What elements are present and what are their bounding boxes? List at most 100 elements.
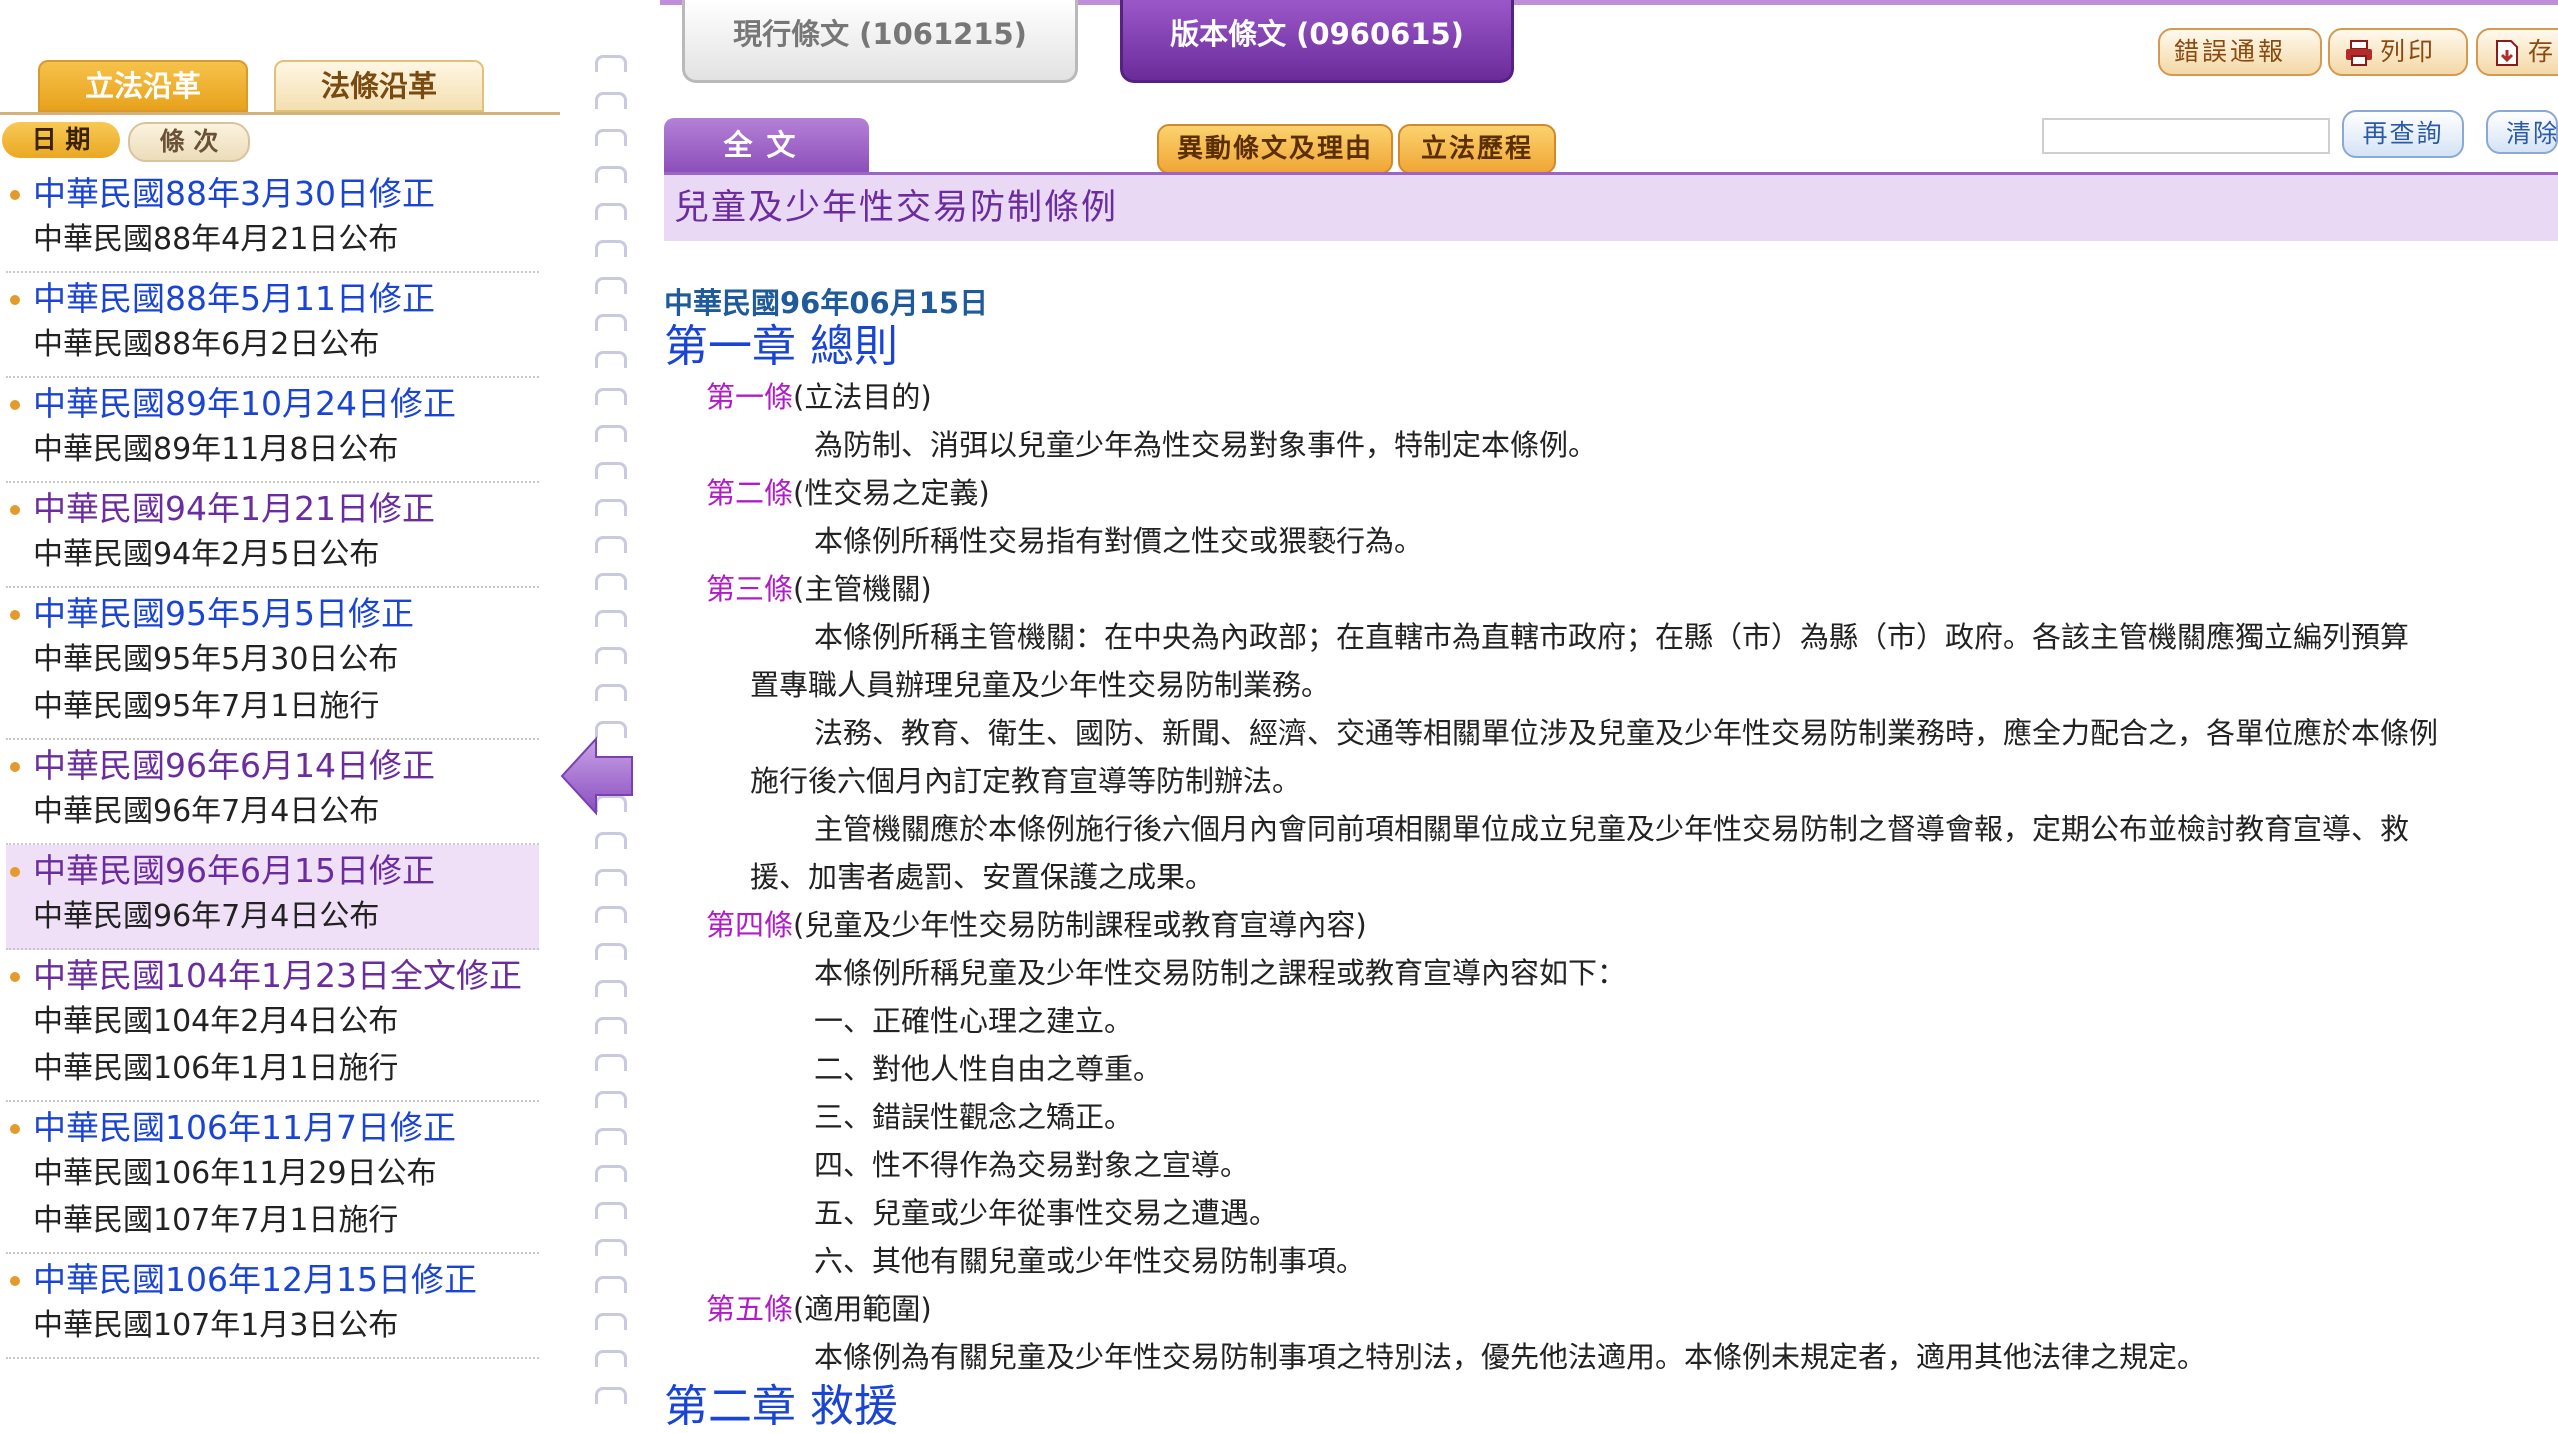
version-amend-link[interactable]: 中華民國106年11月7日修正: [33, 1106, 539, 1150]
sort-by-article-button[interactable]: 條 次: [128, 122, 250, 162]
spine-ring-icon: [595, 980, 627, 997]
article-heading: 第一條(立法目的): [706, 373, 2558, 421]
version-amend-link[interactable]: 中華民國96年6月15日修正: [33, 849, 539, 893]
version-date: 中華民國96年06月15日: [664, 286, 989, 320]
requery-button[interactable]: 再查詢: [2342, 110, 2464, 158]
spine-ring-icon: [595, 277, 627, 294]
bullet-dot-icon: [10, 1124, 20, 1134]
amended-articles-button[interactable]: 異動條文及理由: [1157, 124, 1393, 174]
collapse-panel-arrow-icon[interactable]: [560, 735, 636, 817]
version-amend-link[interactable]: 中華民國88年3月30日修正: [33, 172, 539, 216]
tab-article-history[interactable]: 法條沿革: [274, 60, 484, 112]
article-paragraph: 援、加害者處罰、安置保護之成果。: [750, 860, 1215, 894]
version-date-line: 中華民國96年7月4日公布: [33, 794, 380, 829]
article-paragraph: 本條例所稱主管機關：在中央為內政部；在直轄市為直轄市政府；在縣（市）為縣（市）政…: [814, 620, 2410, 654]
bullet-dot-icon: [10, 400, 20, 410]
article-paragraph: 置專職人員辦理兒童及少年性交易防制業務。: [750, 668, 1331, 702]
tab-current-articles[interactable]: 現行條文 (1061215): [682, 0, 1078, 83]
article-paragraph: 本條例為有關兒童及少年性交易防制事項之特別法，優先他法適用。本條例未規定者，適用…: [814, 1340, 2207, 1374]
spine-ring-icon: [595, 1054, 627, 1071]
list-item: 一、正確性心理之建立。: [814, 1004, 1134, 1038]
spine-ring-icon: [595, 1091, 627, 1108]
tab-legislative-history[interactable]: 立法沿革: [38, 60, 248, 112]
article-paragraph: 本條例所稱兒童及少年性交易防制之課程或教育宣導內容如下：: [814, 956, 1627, 990]
spine-ring-icon: [595, 1202, 627, 1219]
article-caption: (兒童及少年性交易防制課程或教育宣導內容): [793, 908, 1367, 942]
version-amend-link[interactable]: 中華民國95年5月5日修正: [33, 592, 539, 636]
version-date-line: 中華民國106年11月29日公布: [33, 1156, 437, 1191]
version-amend-link[interactable]: 中華民國96年6月14日修正: [33, 744, 539, 788]
version-item: 中華民國96年6月15日修正 中華民國96年7月4日公布: [6, 845, 539, 950]
law-content: 中華民國96年06月15日 第一章 總則 第一條(立法目的) 為防制、消弭以兒童少年…: [664, 285, 2558, 1433]
bullet-dot-icon: [10, 295, 20, 305]
article-caption: (性交易之定義): [793, 476, 990, 510]
list-item: 四、性不得作為交易對象之宣導。: [814, 1148, 1250, 1182]
article-heading: 第四條(兒童及少年性交易防制課程或教育宣導內容): [706, 901, 2558, 949]
version-amend-link[interactable]: 中華民國88年5月11日修正: [33, 277, 539, 321]
printer-icon: [2346, 40, 2372, 66]
print-button[interactable]: 列印: [2328, 28, 2468, 76]
version-item: 中華民國88年5月11日修正 中華民國88年6月2日公布: [6, 273, 539, 378]
version-amend-link[interactable]: 中華民國94年1月21日修正: [33, 487, 539, 531]
sort-by-date-button[interactable]: 日 期: [2, 122, 120, 158]
main-content: 現行條文 (1061215) 版本條文 (0960615) 錯誤通報 列印 存 …: [660, 0, 2558, 1432]
spine-ring-icon: [595, 536, 627, 553]
report-error-label: 錯誤通報: [2174, 37, 2287, 66]
article-paragraph: 主管機關應於本條例施行後六個月內會同前項相關單位成立兒童及少年性交易防制之督導會…: [814, 812, 2410, 846]
list-item: 五、兒童或少年從事性交易之遭遇。: [814, 1196, 1279, 1230]
version-date-line: 中華民國106年1月1日施行: [33, 1051, 399, 1086]
spine-ring-icon: [595, 832, 627, 849]
article-heading: 第二條(性交易之定義): [706, 469, 2558, 517]
save-button[interactable]: 存: [2476, 28, 2558, 76]
tab-divider: [0, 112, 560, 115]
version-date-line: 中華民國94年2月5日公布: [33, 537, 380, 572]
spine-ring-icon: [595, 129, 627, 146]
list-item: 二、對他人性自由之尊重。: [814, 1052, 1163, 1086]
search-input[interactable]: [2042, 118, 2330, 154]
article-number-link[interactable]: 第一條: [706, 380, 793, 414]
spine-ring-icon: [595, 573, 627, 590]
full-text-tab[interactable]: 全文: [664, 118, 869, 172]
law-title: 兒童及少年性交易防制條例: [674, 188, 1119, 228]
version-date-line: 中華民國89年11月8日公布: [33, 432, 399, 467]
tab-version-articles[interactable]: 版本條文 (0960615): [1120, 0, 1514, 83]
article-number-link[interactable]: 第四條: [706, 908, 793, 942]
version-item: 中華民國96年6月14日修正中華民國96年7月4日公布: [6, 740, 539, 845]
spine-ring-icon: [595, 203, 627, 220]
report-error-button[interactable]: 錯誤通報: [2158, 28, 2322, 76]
version-amend-link[interactable]: 中華民國89年10月24日修正: [33, 382, 539, 426]
version-amend-link[interactable]: 中華民國106年12月15日修正: [33, 1258, 539, 1302]
article-number-link[interactable]: 第三條: [706, 572, 793, 606]
version-item: 中華民國104年1月23日全文修正中華民國104年2月4日公布 中華民國106年1…: [6, 950, 539, 1102]
spine-ring-icon: [595, 351, 627, 368]
list-item: 六、其他有關兒童或少年性交易防制事項。: [814, 1244, 1366, 1278]
spine-ring-icon: [595, 1165, 627, 1182]
spine-ring-icon: [595, 55, 627, 72]
spine-ring-icon: [595, 943, 627, 960]
spine-ring-icon: [595, 425, 627, 442]
article-caption: (主管機關): [793, 572, 932, 606]
version-amend-link[interactable]: 中華民國104年1月23日全文修正: [33, 954, 539, 998]
article-paragraph: 法務、教育、衛生、國防、新聞、經濟、交通等相關單位涉及兒童及少年性交易防制業務時…: [814, 716, 2439, 750]
chapter-heading: 第二章 救援: [664, 1381, 898, 1432]
article-heading: 第三條(主管機關): [706, 565, 2558, 613]
bullet-dot-icon: [10, 190, 20, 200]
spine-ring-icon: [595, 314, 627, 331]
history-panel: 立法沿革 法條沿革 日 期 條 次 中華民國88年3月30日修正中華民國88年4…: [0, 0, 560, 1420]
spine-ring-icon: [595, 240, 627, 257]
article-number-link[interactable]: 第二條: [706, 476, 793, 510]
version-date-line: 中華民國88年4月21日公布: [33, 222, 399, 257]
spine-ring-icon: [595, 499, 627, 516]
version-date-line: 中華民國104年2月4日公布: [33, 1004, 399, 1039]
bullet-dot-icon: [10, 505, 20, 515]
version-item: 中華民國88年3月30日修正中華民國88年4月21日公布: [6, 168, 539, 273]
save-label: 存: [2528, 37, 2557, 66]
bullet-dot-icon: [10, 762, 20, 772]
spine-ring-icon: [595, 647, 627, 664]
spine-ring-icon: [595, 1350, 627, 1367]
clear-button[interactable]: 清除: [2486, 110, 2558, 154]
spine-ring-icon: [595, 1128, 627, 1145]
legislative-process-button[interactable]: 立法歷程: [1398, 124, 1556, 174]
version-item: 中華民國106年12月15日修正 中華民國107年1月3日公布: [6, 1254, 539, 1359]
article-number-link[interactable]: 第五條: [706, 1292, 793, 1326]
